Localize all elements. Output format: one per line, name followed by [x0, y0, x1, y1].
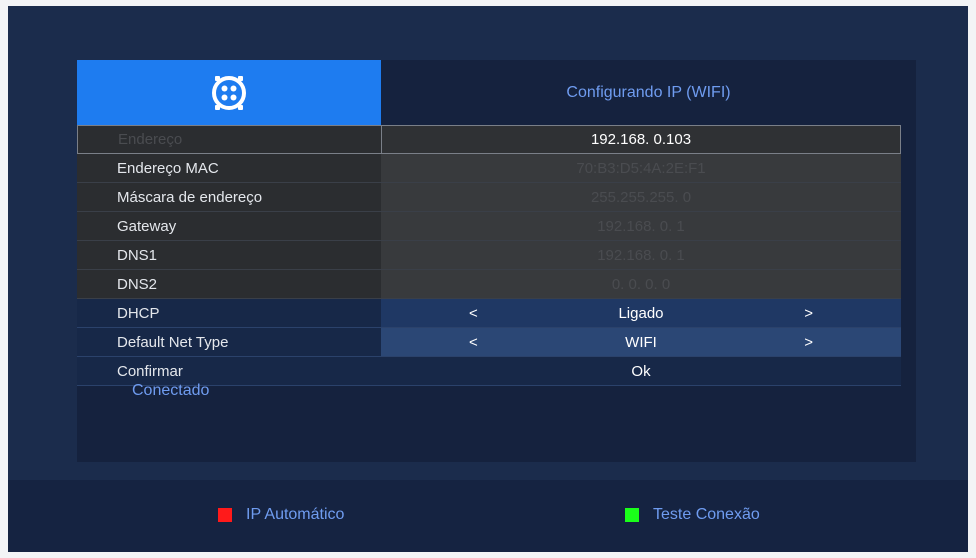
test-connection-key[interactable]: Teste Conexão [625, 506, 760, 524]
row-label: DHCP [77, 299, 381, 328]
dns2-value: 0. 0. 0. 0 [381, 270, 901, 299]
auto-ip-label: IP Automático [246, 506, 345, 523]
row-mac: Endereço MAC 70:B3:D5:4A:2E:F1 [77, 154, 901, 183]
auto-ip-key[interactable]: IP Automático [218, 506, 344, 524]
dhcp-value: Ligado [618, 304, 664, 322]
net-type-selector[interactable]: < WIFI > [381, 328, 901, 357]
mac-value: 70:B3:D5:4A:2E:F1 [381, 154, 901, 183]
arrow-left-icon[interactable]: < [469, 328, 478, 356]
connection-status: Conectado [132, 382, 210, 399]
netmask-value: 255.255.255. 0 [381, 183, 901, 212]
row-dhcp[interactable]: DHCP < Ligado > [77, 299, 901, 328]
arrow-right-icon[interactable]: > [804, 328, 813, 356]
row-label: Endereço [77, 125, 381, 154]
ok-button[interactable]: Ok [381, 357, 901, 386]
row-net-type[interactable]: Default Net Type < WIFI > [77, 328, 901, 357]
gateway-value: 192.168. 0. 1 [381, 212, 901, 241]
row-label: DNS1 [77, 241, 381, 270]
row-gateway: Gateway 192.168. 0. 1 [77, 212, 901, 241]
test-connection-label: Teste Conexão [653, 506, 760, 523]
row-netmask: Máscara de endereço 255.255.255. 0 [77, 183, 901, 212]
tv-screen: Configurando IP (WIFI) Endereço 192.168.… [8, 6, 968, 552]
row-dns2: DNS2 0. 0. 0. 0 [77, 270, 901, 299]
footer-bar: IP Automático Teste Conexão [8, 480, 968, 552]
settings-list: Endereço 192.168. 0.103 Endereço MAC 70:… [77, 125, 901, 386]
row-label: Gateway [77, 212, 381, 241]
row-label: Máscara de endereço [77, 183, 381, 212]
red-key-icon [218, 508, 232, 522]
row-label: Endereço MAC [77, 154, 381, 183]
router-logo-icon [212, 75, 246, 110]
row-label: Default Net Type [77, 328, 381, 357]
arrow-left-icon[interactable]: < [469, 299, 478, 327]
network-config-panel: Configurando IP (WIFI) Endereço 192.168.… [77, 60, 916, 462]
arrow-right-icon[interactable]: > [804, 299, 813, 327]
green-key-icon [625, 508, 639, 522]
row-address[interactable]: Endereço 192.168. 0.103 [77, 125, 901, 154]
net-type-value: WIFI [625, 333, 657, 351]
row-dns1: DNS1 192.168. 0. 1 [77, 241, 901, 270]
dhcp-selector[interactable]: < Ligado > [381, 299, 901, 328]
row-label: Confirmar [77, 357, 381, 386]
ip-address-value[interactable]: 192.168. 0.103 [381, 125, 901, 154]
page-title: Configurando IP (WIFI) [566, 83, 731, 101]
dns1-value: 192.168. 0. 1 [381, 241, 901, 270]
row-label: DNS2 [77, 270, 381, 299]
logo-area [77, 60, 381, 125]
